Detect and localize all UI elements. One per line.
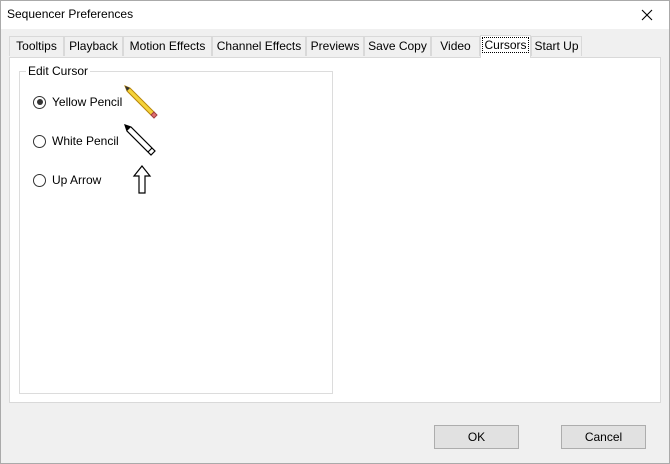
tab-label: Cursors [482, 37, 529, 53]
tab-label: Save Copy [368, 39, 427, 53]
tab-video[interactable]: Video [431, 36, 480, 56]
group-label: Edit Cursor [26, 64, 91, 78]
tab-label: Video [440, 39, 471, 53]
cancel-button[interactable]: Cancel [561, 425, 646, 449]
preferences-dialog: Sequencer Preferences Tooltips Playback … [0, 0, 670, 464]
radio-label: White Pencil [52, 134, 119, 148]
radio-label: Up Arrow [52, 173, 102, 187]
tab-panel-cursors: Edit Cursor Yellow Pencil White Pencil U… [9, 57, 661, 403]
close-button[interactable] [625, 1, 669, 29]
tab-previews[interactable]: Previews [306, 36, 364, 56]
tab-playback[interactable]: Playback [64, 36, 123, 56]
radio-button[interactable] [33, 134, 46, 148]
tab-start-up[interactable]: Start Up [531, 36, 582, 56]
tab-label: Start Up [534, 39, 579, 53]
tab-label: Channel Effects [216, 39, 302, 53]
tab-label: Previews [310, 39, 360, 53]
radio-white-pencil[interactable]: White Pencil [33, 133, 119, 149]
tab-strip: Tooltips Playback Motion Effects Channel… [9, 35, 661, 58]
edit-cursor-group: Edit Cursor Yellow Pencil White Pencil U… [19, 64, 333, 394]
tab-label: Playback [69, 39, 118, 53]
radio-yellow-pencil[interactable]: Yellow Pencil [33, 94, 122, 110]
window-title: Sequencer Preferences [7, 7, 134, 21]
tab-channel-effects[interactable]: Channel Effects [212, 36, 306, 56]
tab-cursors[interactable]: Cursors [480, 35, 531, 58]
radio-up-arrow[interactable]: Up Arrow [33, 172, 101, 188]
tab-label: Motion Effects [129, 39, 206, 53]
up-arrow-icon [132, 165, 152, 194]
ok-button[interactable]: OK [434, 425, 519, 449]
radio-label: Yellow Pencil [52, 95, 123, 109]
white-pencil-icon [124, 124, 156, 156]
radio-button[interactable] [33, 95, 46, 109]
tab-label: Tooltips [16, 39, 57, 53]
tab-save-copy[interactable]: Save Copy [364, 36, 431, 56]
tab-tooltips[interactable]: Tooltips [9, 36, 64, 56]
tab-motion-effects[interactable]: Motion Effects [123, 36, 212, 56]
close-icon [641, 9, 653, 21]
radio-button[interactable] [33, 173, 46, 187]
yellow-pencil-icon [124, 85, 158, 119]
title-bar: Sequencer Preferences [1, 1, 669, 29]
